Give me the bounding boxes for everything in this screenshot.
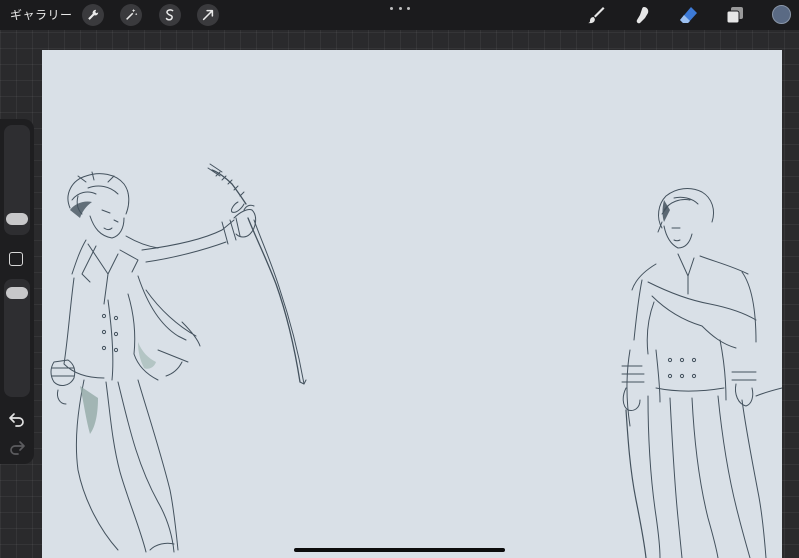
home-indicator[interactable] xyxy=(294,548,505,552)
gallery-button[interactable]: ギャラリー xyxy=(10,6,73,23)
undo-icon[interactable] xyxy=(8,411,26,427)
more-options-icon[interactable] xyxy=(390,2,410,14)
brush-size-handle[interactable] xyxy=(6,213,28,225)
drawing-canvas[interactable] xyxy=(42,50,782,558)
color-picker-swatch[interactable] xyxy=(772,5,791,24)
eraser-icon[interactable] xyxy=(677,5,699,25)
smudge-icon[interactable] xyxy=(631,5,653,25)
wrench-icon[interactable] xyxy=(82,4,104,26)
brush-icon[interactable] xyxy=(585,5,607,25)
redo-icon[interactable] xyxy=(8,439,26,455)
opacity-handle[interactable] xyxy=(6,287,28,299)
modify-square-icon[interactable] xyxy=(9,252,23,266)
layers-icon[interactable] xyxy=(724,5,746,25)
sketch-artwork xyxy=(50,163,782,558)
left-sidebar xyxy=(0,119,34,464)
magic-wand-icon[interactable] xyxy=(120,4,142,26)
selection-icon[interactable] xyxy=(159,4,181,26)
transform-icon[interactable] xyxy=(197,4,219,26)
top-toolbar: ギャラリー xyxy=(0,0,799,30)
